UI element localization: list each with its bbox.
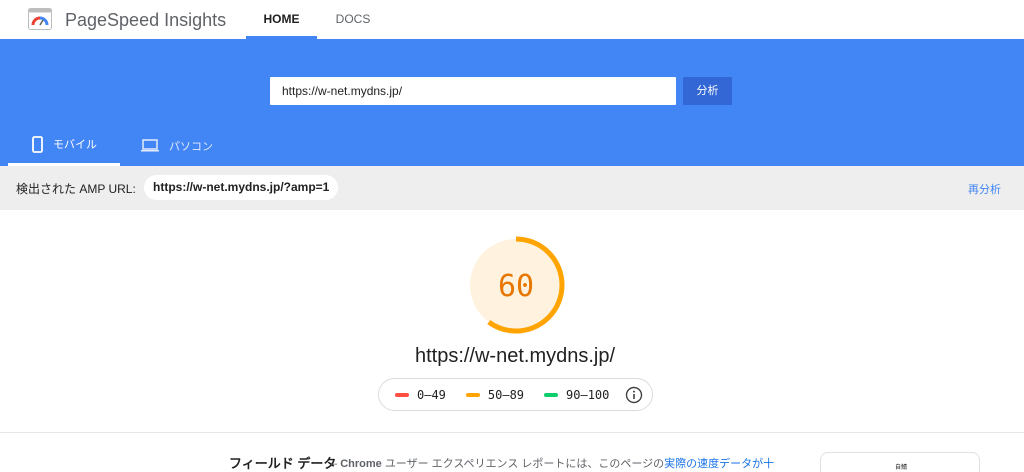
analyze-button[interactable]: 分析	[683, 77, 732, 105]
smartphone-icon	[32, 135, 43, 153]
tab-mobile-label: モバイル	[53, 139, 97, 151]
search-hero: 分析 モバイル パソコン	[0, 39, 1024, 166]
reanalyze-link[interactable]: 再分析	[968, 181, 1001, 197]
legend-item-average: 50–89	[465, 387, 525, 402]
field-data-text: ユーザー エクスペリエンス レポートには、このページの	[384, 458, 665, 470]
field-data-dash: –	[331, 458, 338, 470]
laptop-icon	[141, 139, 159, 152]
chrome-label: Chrome	[340, 458, 382, 470]
info-icon[interactable]	[625, 386, 643, 404]
section-divider	[0, 432, 1024, 433]
page-thumbnail: 自鯖	[820, 452, 980, 472]
amp-url-label: 検出された AMP URL:	[16, 182, 136, 196]
tested-url: https://w-net.mydns.jp/	[414, 345, 616, 367]
url-input[interactable]	[270, 77, 676, 105]
amp-url-chip[interactable]: https://w-net.mydns.jp/?amp=1	[144, 175, 339, 200]
thumbnail-label: 自鯖	[894, 465, 907, 471]
score-value: 60	[498, 269, 534, 304]
amp-url-bar: 検出された AMP URL: https://w-net.mydns.jp/?a…	[0, 166, 1024, 210]
top-app-bar: PageSpeed Insights HOME DOCS	[0, 0, 1024, 39]
field-data-description: – Chrome ユーザー エクスペリエンス レポートには、このページの実際の速…	[331, 455, 774, 471]
legend-item-fail: 0–49	[395, 388, 446, 402]
score-legend: 0–49 50–89 90–100	[378, 378, 653, 411]
legend-range: 90–100	[566, 387, 610, 402]
tab-desktop[interactable]: パソコン	[128, 125, 240, 166]
pagespeed-logo-icon	[28, 8, 52, 30]
nav-tab-home[interactable]: HOME	[246, 0, 317, 39]
performance-score-gauge: 60	[467, 236, 565, 334]
legend-range: 50–89	[487, 387, 525, 402]
nav-tab-docs[interactable]: DOCS	[321, 0, 385, 39]
legend-dash-orange	[465, 392, 480, 397]
legend-dash-red	[395, 392, 409, 397]
app-title[interactable]: PageSpeed Insights	[65, 10, 226, 31]
field-data-link[interactable]: 実際の速度データが十	[664, 458, 774, 470]
field-data-title: フィールド データ	[229, 456, 337, 471]
legend-range: 0–49	[417, 387, 446, 402]
legend-item-pass: 90–100	[544, 388, 609, 402]
legend-dash-green	[544, 392, 559, 397]
tab-desktop-label: パソコン	[169, 140, 213, 153]
tab-mobile[interactable]: モバイル	[8, 125, 120, 166]
